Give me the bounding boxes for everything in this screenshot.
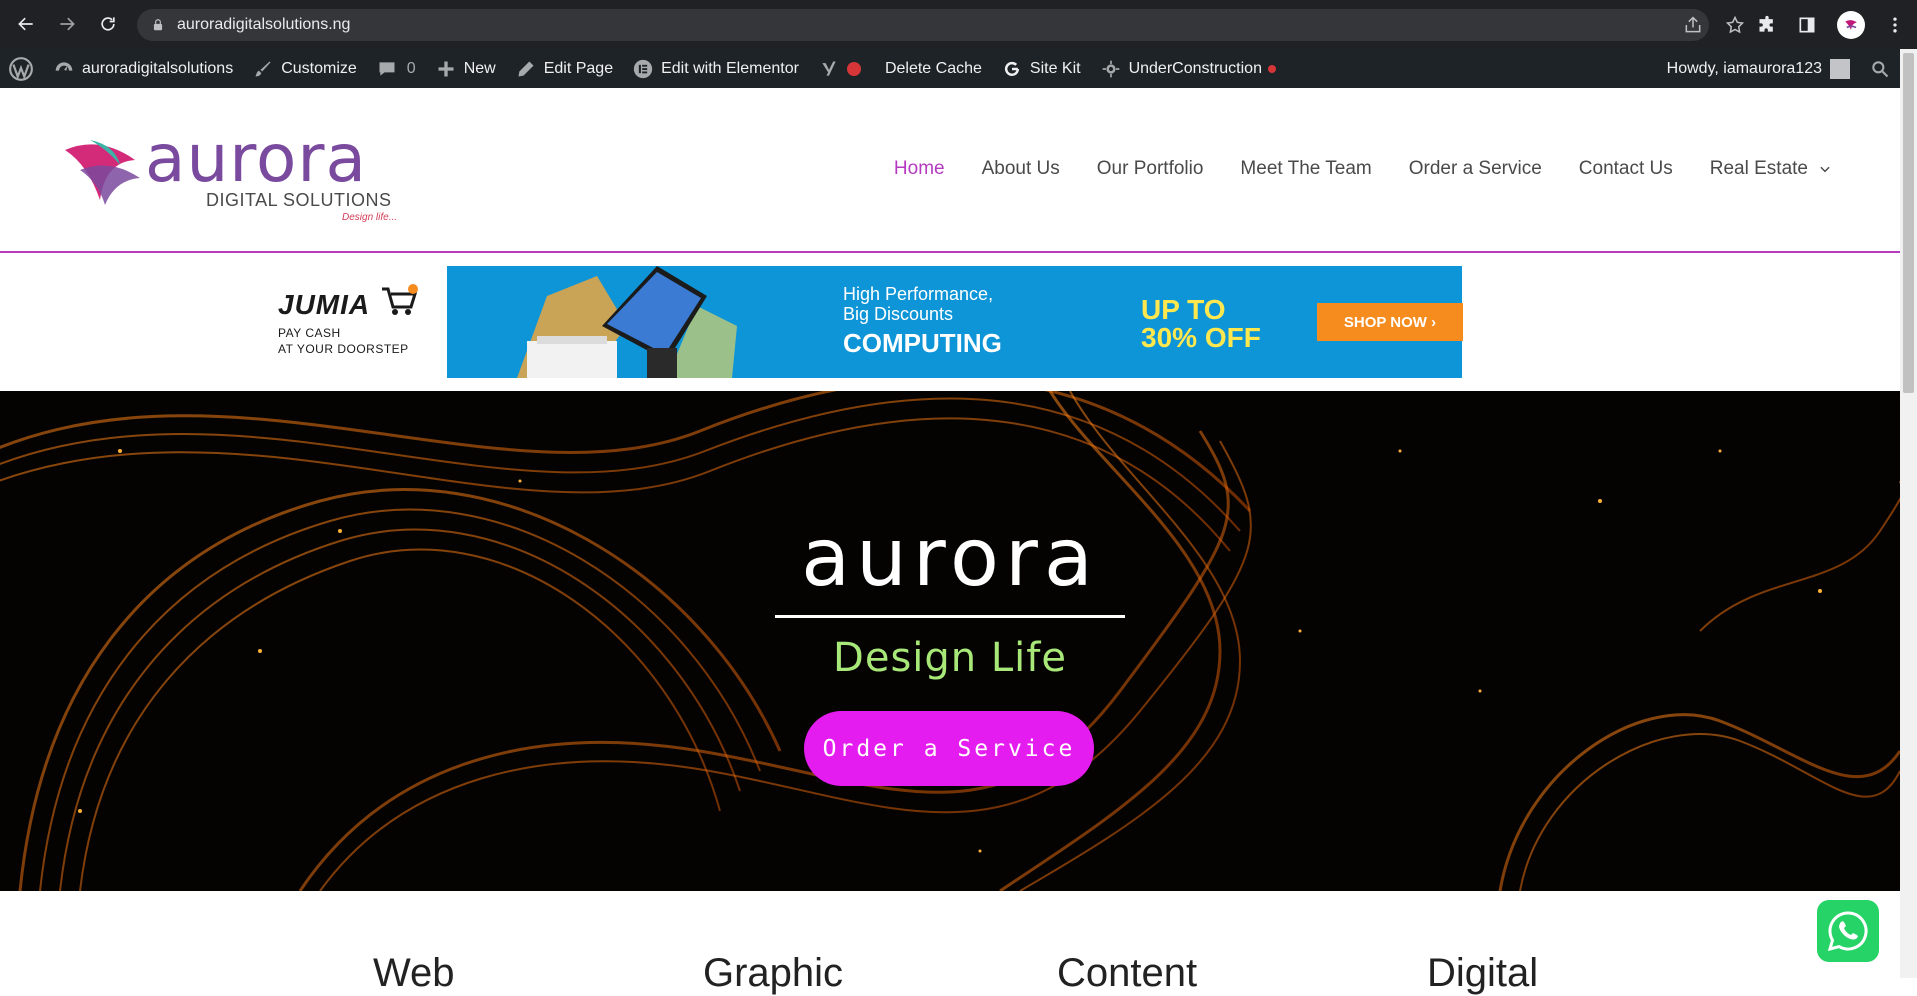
ad-category: COMPUTING (843, 328, 1002, 358)
admin-site-name[interactable]: auroradigitalsolutions (44, 49, 243, 88)
computer-products-image (517, 266, 737, 378)
lock-icon (153, 19, 163, 31)
admin-site-label: auroradigitalsolutions (82, 59, 234, 77)
admin-customize[interactable]: Customize (243, 49, 367, 88)
service-heading-digital: Digital (1427, 951, 1539, 995)
logo-word: aurora (145, 120, 367, 197)
admin-site-kit-label: Site Kit (1029, 59, 1081, 77)
admin-under-construction[interactable]: UnderConstruction (1091, 49, 1286, 88)
extensions-icon[interactable] (1757, 15, 1777, 35)
admin-under-construction-label: UnderConstruction (1128, 59, 1262, 77)
service-heading-graphic: Graphic (703, 951, 844, 995)
ad-tagline: PAY CASH AT YOUR DOORSTEP (278, 325, 409, 357)
admin-comments[interactable]: 0 (367, 49, 426, 88)
nav-real-estate-label: Real Estate (1709, 158, 1808, 179)
nav-real-estate[interactable]: Real Estate (1710, 158, 1832, 180)
hero-section: aurora Design Life Order a Service (0, 391, 1900, 891)
ad-tagline-1: PAY CASH (278, 326, 341, 340)
admin-search[interactable] (1860, 49, 1900, 88)
browser-toolbar: auroradigitalsolutions.ng (0, 0, 1917, 49)
admin-new-label: New (463, 59, 496, 77)
ad-offer: UP TO 30% OFF (1141, 296, 1261, 352)
menu-kebab-icon[interactable] (1885, 15, 1905, 35)
whatsapp-icon (1827, 911, 1868, 952)
shop-now-button[interactable]: SHOP NOW › (1317, 303, 1463, 341)
back-icon[interactable] (14, 12, 38, 36)
brush-icon (255, 61, 271, 76)
google-g-icon (1004, 61, 1019, 76)
scrollbar-thumb[interactable] (1903, 53, 1914, 393)
under-construction-dot (1267, 64, 1276, 73)
admin-yoast[interactable] (809, 49, 875, 88)
service-heading-content: Content (1057, 951, 1198, 995)
wp-admin-bar: auroradigitalsolutions Customize 0 New E… (0, 49, 1900, 88)
comment-count: 0 (406, 59, 416, 77)
admin-account[interactable]: Howdy, iamaurora123 (1657, 49, 1860, 88)
ad-offer-2: 30% OFF (1141, 322, 1261, 353)
logo-subtitle: DIGITAL SOLUTIONS (206, 190, 392, 210)
wordpress-logo[interactable] (0, 49, 44, 88)
ad-headline-2: Big Discounts (843, 304, 954, 324)
profile-avatar[interactable] (1837, 10, 1865, 39)
comment-icon (379, 61, 395, 76)
admin-customize-label: Customize (281, 59, 357, 77)
admin-site-kit[interactable]: Site Kit (992, 49, 1091, 88)
dashboard-icon (55, 61, 73, 71)
service-heading-web: Web (373, 951, 455, 995)
nav-contact-us[interactable]: Contact Us (1579, 158, 1673, 180)
logo-tagline: Design life... (342, 212, 398, 223)
profile-logo-icon (1845, 19, 1857, 30)
site-logo[interactable]: aurora DIGITAL SOLUTIONS Design life... (60, 120, 400, 223)
chevron-down-icon (1820, 166, 1830, 173)
admin-edit-page-label: Edit Page (543, 59, 614, 77)
admin-edit-page[interactable]: Edit Page (506, 49, 623, 88)
url-text: auroradigitalsolutions.ng (177, 16, 351, 33)
reload-icon[interactable] (96, 12, 120, 36)
site-header: aurora DIGITAL SOLUTIONS Design life... … (0, 88, 1900, 253)
whatsapp-button[interactable] (1817, 900, 1879, 962)
yoast-status-dot (846, 61, 861, 76)
jumia-ad-banner[interactable]: JUMIA PAY CASH AT YOUR DOORSTEP High Per… (272, 265, 1463, 378)
hero-subtitle: Design Life (833, 635, 1067, 681)
ad-headline-1: High Performance, (843, 284, 994, 304)
admin-new[interactable]: New (426, 49, 506, 88)
ad-main-panel: High Performance, Big Discounts COMPUTIN… (447, 266, 1463, 378)
ad-headline: High Performance, Big Discounts (843, 284, 993, 324)
nav-meet-the-team[interactable]: Meet The Team (1240, 158, 1371, 180)
search-icon (1872, 60, 1889, 77)
avatar (1830, 58, 1850, 79)
nav-about-us[interactable]: About Us (982, 158, 1060, 180)
admin-delete-cache[interactable]: Delete Cache (875, 49, 992, 88)
admin-edit-elementor-label: Edit with Elementor (661, 59, 799, 77)
forward-icon[interactable] (55, 12, 79, 36)
order-service-button[interactable]: Order a Service (804, 711, 1094, 786)
main-navigation: Home About Us Our Portfolio Meet The Tea… (894, 158, 1832, 180)
ad-offer-1: UP TO (1141, 294, 1226, 325)
nav-home[interactable]: Home (894, 158, 945, 180)
page-scrollbar[interactable] (1900, 49, 1917, 978)
yoast-icon (822, 61, 836, 76)
side-panel-icon[interactable] (1797, 15, 1817, 35)
gear-icon (1102, 60, 1119, 77)
nav-our-portfolio[interactable]: Our Portfolio (1097, 158, 1204, 180)
share-icon[interactable] (1683, 15, 1703, 35)
hero-divider (775, 615, 1125, 618)
hero-title: aurora (801, 511, 1099, 604)
admin-edit-elementor[interactable]: Edit with Elementor (623, 49, 809, 88)
admin-delete-cache-label: Delete Cache (884, 59, 982, 77)
ad-brand-panel: JUMIA PAY CASH AT YOUR DOORSTEP (272, 265, 447, 378)
elementor-icon (633, 59, 653, 78)
plus-icon (438, 61, 454, 76)
admin-howdy-label: Howdy, iamaurora123 (1666, 59, 1822, 77)
ad-tagline-2: AT YOUR DOORSTEP (278, 342, 409, 356)
cart-icon (382, 284, 418, 315)
ad-brand: JUMIA (278, 289, 371, 320)
bookmark-star-icon[interactable] (1725, 15, 1745, 35)
nav-order-a-service[interactable]: Order a Service (1409, 158, 1542, 180)
services-section: Web Graphic Content Digital (0, 891, 1900, 995)
pencil-icon (518, 61, 534, 76)
wordpress-icon (9, 56, 33, 81)
address-bar[interactable]: auroradigitalsolutions.ng (137, 9, 1709, 41)
